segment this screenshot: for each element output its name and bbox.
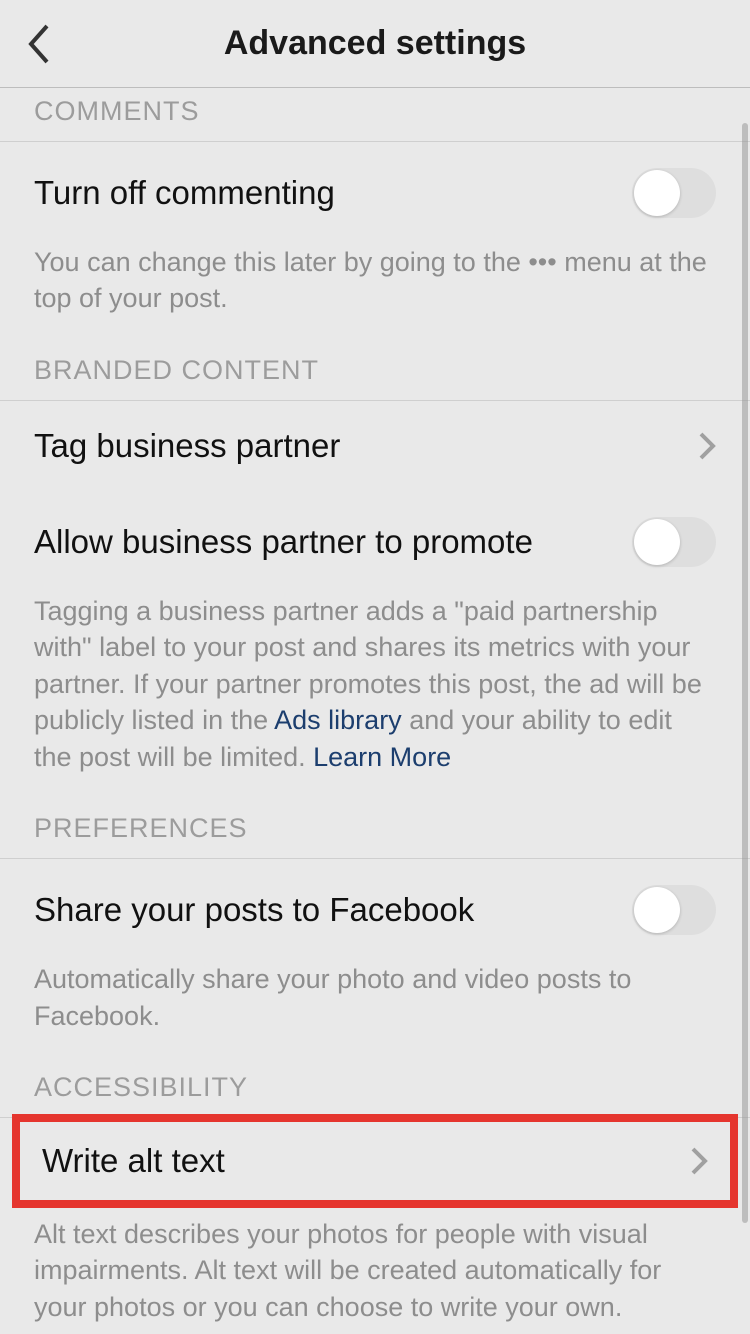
row-label: Share your posts to Facebook: [34, 891, 474, 929]
desc-accessibility: Alt text describes your photos for peopl…: [0, 1216, 750, 1334]
row-label: Tag business partner: [34, 427, 340, 465]
toggle-share-facebook[interactable]: [632, 885, 716, 935]
row-label: Allow business partner to promote: [34, 523, 533, 561]
back-chevron-icon: [25, 22, 51, 66]
link-ads-library[interactable]: Ads library: [274, 705, 402, 735]
toggle-allow-promote[interactable]: [632, 517, 716, 567]
group-preferences: Share your posts to Facebook Automatical…: [0, 858, 750, 1044]
header-bar: Advanced settings: [0, 0, 750, 88]
section-label-comments: COMMENTS: [0, 88, 750, 141]
row-label: Turn off commenting: [34, 174, 335, 212]
link-learn-more[interactable]: Learn More: [313, 742, 451, 772]
toggle-commenting[interactable]: [632, 168, 716, 218]
group-accessibility: Write alt text Alt text describes your p…: [0, 1117, 750, 1334]
desc-branded: Tagging a business partner adds a "paid …: [0, 593, 750, 785]
desc-preferences: Automatically share your photo and video…: [0, 961, 750, 1044]
row-turn-off-commenting[interactable]: Turn off commenting: [0, 142, 750, 244]
chevron-right-icon: [690, 1146, 708, 1176]
section-label-preferences: PREFERENCES: [0, 785, 750, 858]
row-share-to-facebook[interactable]: Share your posts to Facebook: [0, 859, 750, 961]
highlight-annotation: Write alt text: [12, 1114, 738, 1208]
content-scroll[interactable]: COMMENTS Turn off commenting You can cha…: [0, 88, 750, 1334]
row-allow-partner-promote[interactable]: Allow business partner to promote: [0, 491, 750, 593]
group-branded: Tag business partner Allow business part…: [0, 400, 750, 785]
row-label: Write alt text: [42, 1142, 225, 1180]
desc-commenting: You can change this later by going to th…: [0, 244, 750, 327]
section-label-branded: BRANDED CONTENT: [0, 327, 750, 400]
row-write-alt-text[interactable]: Write alt text: [20, 1122, 730, 1200]
section-label-accessibility: ACCESSIBILITY: [0, 1044, 750, 1117]
toggle-knob: [634, 519, 680, 565]
group-comments: Turn off commenting You can change this …: [0, 141, 750, 327]
chevron-right-icon: [698, 431, 716, 461]
toggle-knob: [634, 170, 680, 216]
row-tag-business-partner[interactable]: Tag business partner: [0, 401, 750, 491]
page-title: Advanced settings: [224, 24, 526, 63]
scrollbar-thumb[interactable]: [742, 123, 748, 1223]
toggle-knob: [634, 887, 680, 933]
back-button[interactable]: [14, 20, 62, 68]
